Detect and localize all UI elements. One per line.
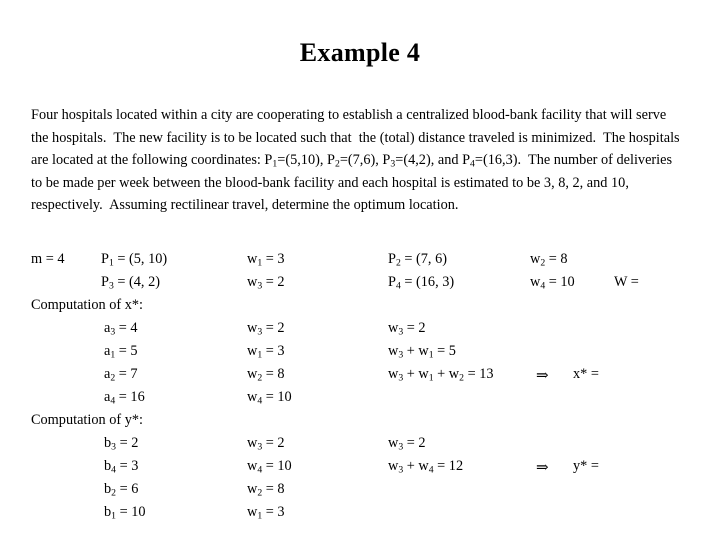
table-row-given-1: m = 4 P1 = (5, 10) w1 = 3 P2 = (7, 6) w2… <box>0 251 720 274</box>
coord-b1: b1 = 10 <box>104 504 146 522</box>
weight-w1: w1 = 3 <box>247 343 285 361</box>
page-title: Example 4 <box>299 38 421 67</box>
y-optimum-result: y* = <box>573 458 599 474</box>
subscript-4: 4 <box>428 464 434 476</box>
subscript-2: 2 <box>111 487 117 499</box>
cumulative-weight-4: w3 = 2 <box>388 435 426 453</box>
subscript-2: 2 <box>257 487 263 499</box>
weight-w2: w2 = 8 <box>247 366 285 384</box>
subscript-4: 4 <box>470 158 475 170</box>
subscript-4: 4 <box>257 395 263 407</box>
subscript-4: 4 <box>395 280 401 292</box>
implies-arrow-icon: ⇒ <box>536 368 549 384</box>
subscript-1: 1 <box>257 257 263 269</box>
subscript-3: 3 <box>110 326 116 338</box>
point-p3: P3 = (4, 2) <box>101 274 160 292</box>
table-row-y-1: b3 = 2 w3 = 2 w3 = 2 <box>0 435 720 458</box>
subscript-2: 2 <box>395 257 401 269</box>
table-row-y-2: b4 = 3 w4 = 10 w3 + w4 = 12 ⇒ y* = <box>0 458 720 481</box>
weight-w4: w4 = 10 <box>247 389 292 407</box>
weight-w4: w4 = 10 <box>530 274 575 292</box>
point-p4: P4 = (16, 3) <box>388 274 455 292</box>
table-row-y-3: b2 = 6 w2 = 8 <box>0 481 720 504</box>
table-row-x-4: a4 = 16 w4 = 10 <box>0 389 720 412</box>
subscript-3: 3 <box>398 441 404 453</box>
point-p2: P2 = (7, 6) <box>388 251 447 269</box>
subscript-2: 2 <box>540 257 546 269</box>
section-header-y: Computation of y*: <box>0 412 720 435</box>
subscript-3: 3 <box>390 158 396 170</box>
table-row-y-4: b1 = 10 w1 = 3 <box>0 504 720 527</box>
table-row-x-2: a1 = 5 w1 = 3 w3 + w1 = 5 <box>0 343 720 366</box>
subscript-3: 3 <box>398 326 404 338</box>
subscript-2: 2 <box>110 372 116 384</box>
coord-a3: a3 = 4 <box>104 320 138 338</box>
subscript-3: 3 <box>111 441 117 453</box>
weight-w3: w3 = 2 <box>247 274 285 292</box>
problem-statement: Four hospitals located within a city are… <box>31 104 681 217</box>
table-row-x-1: a3 = 4 w3 = 2 w3 = 2 <box>0 320 720 343</box>
subscript-3: 3 <box>398 349 404 361</box>
subscript-1: 1 <box>257 510 263 522</box>
slide-canvas: Example 4 Four hospitals located within … <box>0 0 720 540</box>
weight-w3: w3 = 2 <box>247 320 285 338</box>
table-row-given-2: P3 = (4, 2) w3 = 2 P4 = (16, 3) w4 = 10 … <box>0 274 720 297</box>
coord-b2: b2 = 6 <box>104 481 139 499</box>
subscript-1: 1 <box>110 349 116 361</box>
cumulative-weight-3: w3 + w1 + w2 = 13 <box>388 366 494 384</box>
subscript-4: 4 <box>540 280 546 292</box>
coord-a1: a1 = 5 <box>104 343 138 361</box>
subscript-1: 1 <box>428 349 434 361</box>
subscript-1: 1 <box>108 257 114 269</box>
cumulative-weight-2: w3 + w1 = 5 <box>388 343 456 361</box>
coord-a4: a4 = 16 <box>104 389 145 407</box>
section-header-x: Computation of x*: <box>0 297 720 320</box>
subscript-2: 2 <box>257 372 263 384</box>
subscript-4: 4 <box>110 395 116 407</box>
coord-a2: a2 = 7 <box>104 366 138 384</box>
computation-of-y-label: Computation of y*: <box>31 412 143 428</box>
implies-arrow-icon: ⇒ <box>536 460 549 476</box>
subscript-1: 1 <box>428 372 434 384</box>
x-optimum-result: x* = <box>573 366 599 382</box>
computation-table: m = 4 P1 = (5, 10) w1 = 3 P2 = (7, 6) w2… <box>0 251 720 527</box>
coord-b4: b4 = 3 <box>104 458 139 476</box>
subscript-3: 3 <box>257 280 263 292</box>
m-value: m = 4 <box>31 251 65 267</box>
subscript-3: 3 <box>398 372 404 384</box>
subscript-4: 4 <box>111 464 117 476</box>
weight-w1: w1 = 3 <box>247 251 285 269</box>
weight-w3: w3 = 2 <box>247 435 285 453</box>
subscript-3: 3 <box>398 464 404 476</box>
subscript-3: 3 <box>257 441 263 453</box>
subscript-3: 3 <box>257 326 263 338</box>
coord-b3: b3 = 2 <box>104 435 139 453</box>
subscript-1: 1 <box>257 349 263 361</box>
subscript-3: 3 <box>108 280 114 292</box>
table-row-x-3: a2 = 7 w2 = 8 w3 + w1 + w2 = 13 ⇒ x* = <box>0 366 720 389</box>
point-p1: P1 = (5, 10) <box>101 251 168 269</box>
computation-of-x-label: Computation of x*: <box>31 297 143 313</box>
weight-w1: w1 = 3 <box>247 504 285 522</box>
subscript-2: 2 <box>334 158 340 170</box>
subscript-1: 1 <box>111 510 117 522</box>
weight-w2: w2 = 8 <box>530 251 568 269</box>
cumulative-weight-5: w3 + w4 = 12 <box>388 458 464 476</box>
subscript-4: 4 <box>257 464 263 476</box>
subscript-2: 2 <box>459 372 464 384</box>
cumulative-weight-1: w3 = 2 <box>388 320 426 338</box>
weight-w2: w2 = 8 <box>247 481 285 499</box>
subscript-1: 1 <box>272 158 278 170</box>
problem-paragraph: Four hospitals located within a city are… <box>31 107 680 214</box>
weight-w4: w4 = 10 <box>247 458 292 476</box>
total-weight-label: W = <box>614 274 639 290</box>
